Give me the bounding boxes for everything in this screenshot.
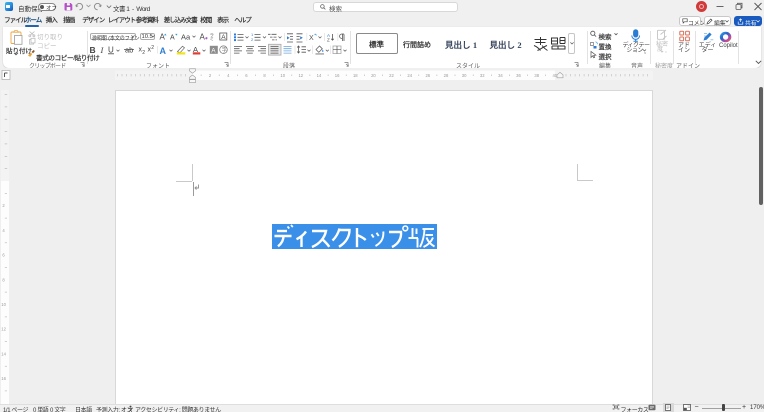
svg-text:ab: ab bbox=[125, 46, 133, 55]
svg-text:Z: Z bbox=[327, 38, 330, 43]
svg-text:2: 2 bbox=[251, 37, 254, 42]
svg-text:A: A bbox=[160, 33, 166, 42]
svg-text:A: A bbox=[170, 35, 175, 42]
svg-text:16: 16 bbox=[1, 376, 6, 381]
svg-text:A: A bbox=[160, 46, 167, 56]
svg-text:32: 32 bbox=[480, 73, 485, 78]
svg-text:28: 28 bbox=[444, 73, 449, 78]
svg-text:14: 14 bbox=[1, 351, 6, 356]
svg-text:ミ: ミ bbox=[210, 37, 215, 42]
svg-text:20: 20 bbox=[371, 73, 376, 78]
svg-text:A: A bbox=[221, 34, 226, 41]
svg-text:16: 16 bbox=[335, 73, 340, 78]
svg-text:22: 22 bbox=[389, 73, 394, 78]
svg-text:34: 34 bbox=[498, 73, 503, 78]
svg-text:24: 24 bbox=[407, 73, 412, 78]
svg-text:12: 12 bbox=[298, 73, 303, 78]
svg-text:14: 14 bbox=[317, 73, 322, 78]
svg-text:X: X bbox=[309, 35, 314, 42]
svg-text:A: A bbox=[200, 33, 206, 42]
svg-text:18: 18 bbox=[353, 73, 358, 78]
svg-text:A: A bbox=[211, 47, 216, 54]
svg-text:U: U bbox=[108, 46, 114, 55]
svg-text:字: 字 bbox=[222, 46, 228, 54]
svg-text:36: 36 bbox=[516, 73, 521, 78]
svg-text:10: 10 bbox=[280, 73, 285, 78]
svg-text:2: 2 bbox=[151, 45, 154, 51]
svg-text:30: 30 bbox=[462, 73, 467, 78]
svg-text:26: 26 bbox=[425, 73, 430, 78]
svg-text:2: 2 bbox=[142, 50, 145, 56]
svg-text:Aa: Aa bbox=[181, 33, 191, 42]
svg-text:38: 38 bbox=[534, 73, 539, 78]
svg-text:12: 12 bbox=[1, 327, 6, 332]
svg-text:I: I bbox=[100, 45, 105, 55]
svg-text:10: 10 bbox=[1, 302, 6, 307]
svg-text:B: B bbox=[90, 45, 96, 55]
